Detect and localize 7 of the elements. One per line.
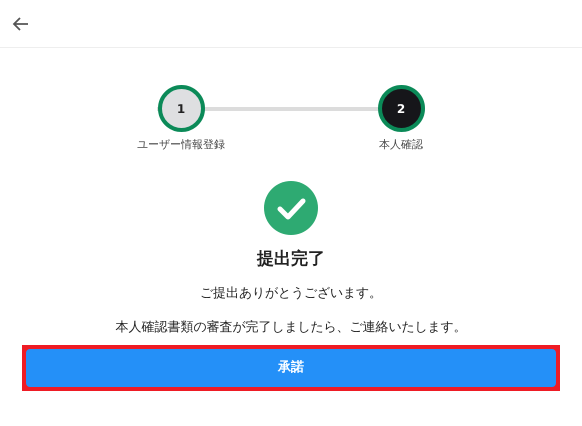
accept-button[interactable]: 承諾 [26,349,556,387]
step-label: ユーザー情報登録 [137,137,225,153]
step-label: 本人確認 [379,137,423,153]
message-text: 本人確認書類の審査が完了しましたら、ご連絡いたします。 [116,318,466,336]
message-text: ご提出ありがとうございます。 [200,285,382,303]
check-circle-icon [264,180,318,234]
completion-title: 提出完了 [257,248,325,270]
